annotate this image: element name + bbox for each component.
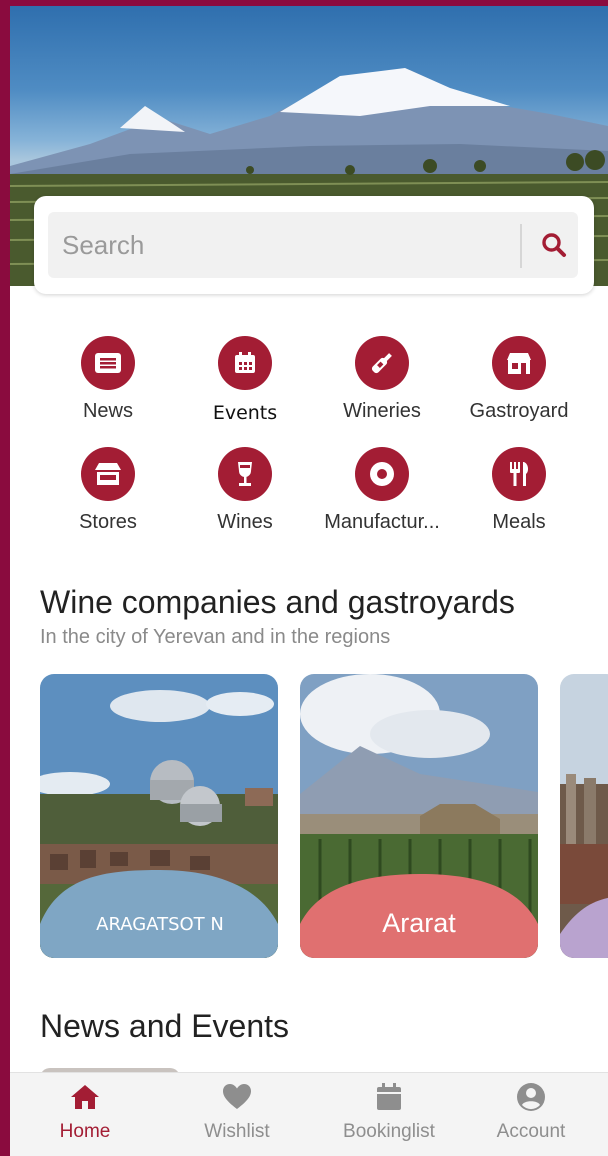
category-label: Wines xyxy=(217,511,273,533)
category-label: Wineries xyxy=(343,400,421,422)
fork-knife-icon xyxy=(492,447,546,501)
app-screen: News Events Wineries Gastroyard Stores W… xyxy=(10,6,608,1156)
section-title-news-events: News and Events xyxy=(40,1008,290,1044)
calendar-icon xyxy=(377,1083,401,1110)
category-gastroyard[interactable]: Gastroyard xyxy=(449,336,589,426)
category-wineries[interactable]: Wineries xyxy=(312,336,452,426)
nav-label: Bookinglist xyxy=(343,1121,435,1142)
category-label: Manufactur... xyxy=(324,511,440,533)
category-stores[interactable]: Stores xyxy=(38,447,178,537)
nav-label: Account xyxy=(496,1121,566,1142)
nav-home[interactable]: Home xyxy=(10,1073,160,1156)
nav-account[interactable]: Account xyxy=(456,1073,606,1156)
region-card-aragatsotn[interactable]: ARAGATSOT N xyxy=(40,674,278,958)
user-icon xyxy=(517,1083,545,1111)
nav-wishlist[interactable]: Wishlist xyxy=(162,1073,312,1156)
category-meals[interactable]: Meals xyxy=(449,447,589,537)
search-button[interactable] xyxy=(534,225,574,265)
nav-label: Wishlist xyxy=(204,1121,270,1142)
category-label: Meals xyxy=(492,511,546,533)
region-label: Ararat xyxy=(382,908,456,938)
category-label: Stores xyxy=(79,511,137,533)
gastroyard-icon xyxy=(492,336,546,390)
section-subtitle: In the city of Yerevan and in the region… xyxy=(40,626,391,648)
category-events[interactable]: Events xyxy=(175,336,315,426)
nav-label: Home xyxy=(59,1121,111,1142)
region-card-ararat[interactable]: Ararat xyxy=(300,674,538,958)
search-bar xyxy=(48,212,578,278)
bottom-navigation: Home Wishlist Bookinglist Account xyxy=(10,1072,608,1156)
category-label: News xyxy=(82,400,133,422)
search-input[interactable] xyxy=(62,222,502,268)
wine-bottle-icon xyxy=(355,336,409,390)
store-icon xyxy=(81,447,135,501)
category-news[interactable]: News xyxy=(38,336,178,426)
home-icon xyxy=(71,1085,99,1109)
heart-icon xyxy=(223,1084,251,1109)
section-title-wine-companies: Wine companies and gastroyards xyxy=(40,584,515,620)
category-wines[interactable]: Wines xyxy=(175,447,315,537)
news-icon xyxy=(81,336,135,390)
search-card xyxy=(34,196,594,294)
nav-bookinglist[interactable]: Bookinglist xyxy=(314,1073,464,1156)
wine-glass-icon xyxy=(218,447,272,501)
calendar-icon xyxy=(218,336,272,390)
region-label: ARAGATSOT N xyxy=(96,914,224,935)
region-card-partial[interactable] xyxy=(560,674,608,958)
search-icon xyxy=(542,233,566,257)
category-label: Gastroyard xyxy=(469,400,569,422)
category-manufacturers[interactable]: Manufactur... xyxy=(312,447,452,537)
target-icon xyxy=(355,447,409,501)
search-divider xyxy=(520,224,522,268)
category-label: Events xyxy=(212,402,278,424)
